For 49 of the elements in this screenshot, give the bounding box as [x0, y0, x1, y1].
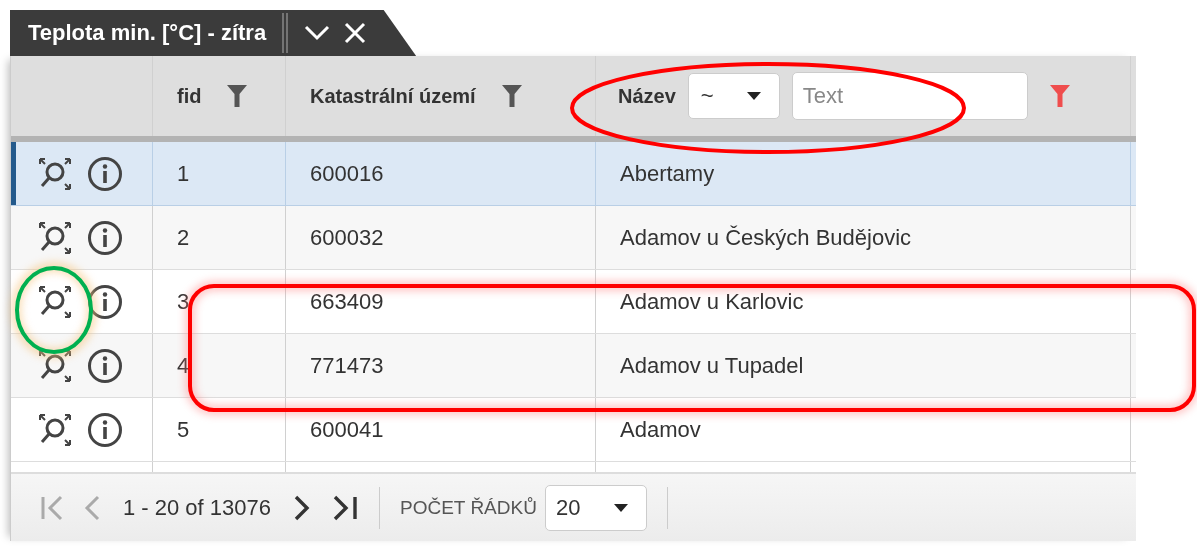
table-cell: 600041 [310, 416, 384, 443]
filter-input[interactable]: Text [791, 72, 1028, 120]
filter-icon[interactable] [227, 85, 248, 107]
drag-handle-icon [280, 13, 291, 53]
table-cell: 5 [177, 416, 190, 443]
caret-icon [613, 503, 628, 512]
table-row[interactable]: 4 771473 Adamov u Tupadel [11, 334, 1136, 398]
close-icon[interactable] [344, 22, 367, 44]
operator-dropdown[interactable]: ~ [687, 73, 780, 119]
caret-icon [746, 92, 761, 100]
table-row[interactable]: 5 600041 Adamov [11, 398, 1136, 462]
chevron-down-icon[interactable] [304, 25, 331, 41]
column-header[interactable]: fid [177, 84, 202, 108]
info-icon[interactable] [87, 283, 123, 320]
info-icon[interactable] [87, 347, 123, 384]
table-cell: 663409 [310, 288, 384, 315]
table-cell: 771473 [310, 352, 384, 379]
info-icon[interactable] [87, 411, 123, 448]
filter-icon[interactable] [1049, 85, 1070, 107]
zoom-to-icon[interactable] [37, 411, 73, 448]
table-cell: 4 [177, 352, 190, 379]
table-cell: Adamov u Karlovic [620, 288, 804, 315]
table-row[interactable]: 3 663409 Adamov u Karlovic [11, 270, 1136, 334]
table-row[interactable]: 2 600032 Adamov u Českých Budějovic [11, 206, 1136, 270]
table-cell: 3 [177, 288, 190, 315]
tab-title: Teplota min. [°C] - zítra [28, 20, 267, 46]
page-size-label: POČET ŘÁDKŮ [400, 496, 537, 519]
table-cell: Adamov [620, 416, 701, 443]
table-cell: Adamov u Tupadel [620, 352, 804, 379]
column-header[interactable]: Katastrální území [310, 84, 476, 108]
zoom-to-icon[interactable] [37, 283, 73, 320]
last-page-icon[interactable] [331, 494, 359, 521]
table-cell: 2 [177, 224, 190, 251]
table-cell: 600016 [310, 160, 384, 187]
table-cell: Adamov u Českých Budějovic [620, 224, 912, 251]
zoom-to-icon[interactable] [37, 347, 73, 384]
page-range: 1 - 20 of 13076 [123, 494, 271, 521]
page-size-dropdown[interactable]: 20 [544, 484, 647, 531]
table-row[interactable]: 1 600016 Abertamy [11, 142, 1136, 206]
info-icon[interactable] [87, 219, 123, 256]
table-cell: 600032 [310, 224, 384, 251]
info-icon[interactable] [87, 155, 123, 192]
filter-icon[interactable] [501, 85, 522, 107]
zoom-to-icon[interactable] [37, 155, 73, 192]
column-header[interactable]: Název [618, 84, 676, 108]
table-cell: 1 [177, 160, 190, 187]
zoom-to-icon[interactable] [37, 219, 73, 256]
table-cell: Abertamy [620, 160, 715, 187]
panel-tab[interactable]: Teplota min. [°C] - zítra [10, 10, 417, 56]
